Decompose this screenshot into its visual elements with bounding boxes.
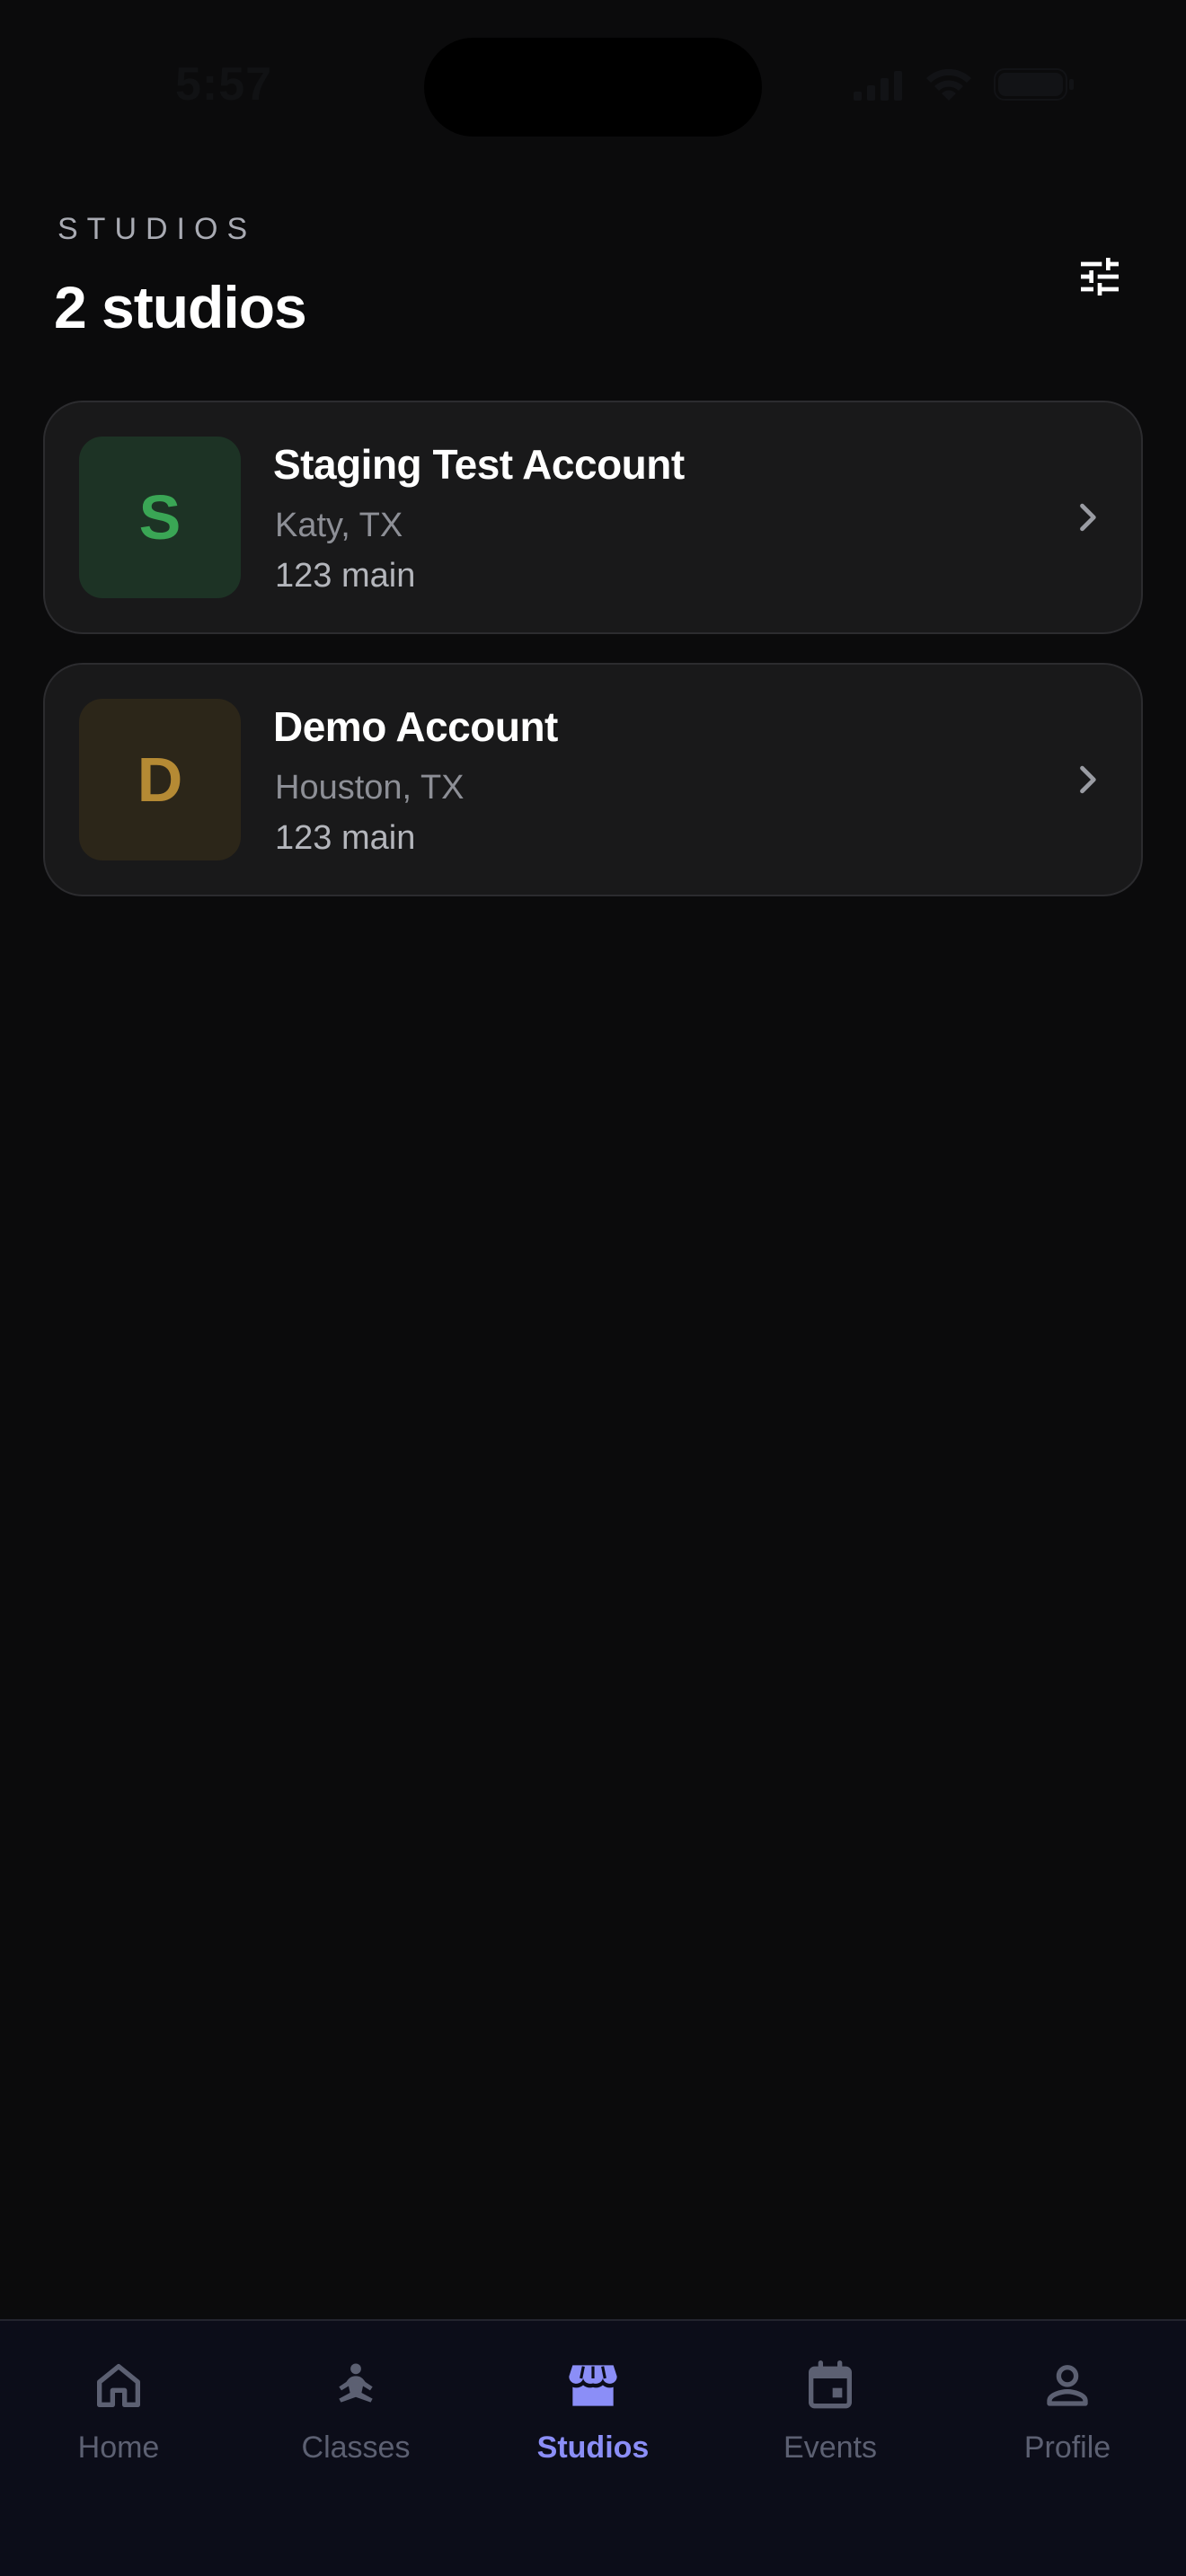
studio-location: Houston, TX bbox=[275, 769, 465, 807]
cellular-signal-icon bbox=[854, 71, 902, 101]
filter-button[interactable] bbox=[1067, 244, 1132, 309]
studio-name: Staging Test Account bbox=[273, 441, 685, 488]
tab-bar: Home Classes Studios Events Profile bbox=[0, 2319, 1186, 2576]
chevron-right-icon bbox=[1080, 765, 1096, 794]
tab-label: Events bbox=[783, 2430, 877, 2465]
studio-name: Demo Account bbox=[273, 703, 558, 750]
chevron-right-icon bbox=[1080, 503, 1096, 532]
calendar-icon bbox=[809, 2360, 852, 2409]
dynamic-island bbox=[424, 38, 762, 137]
meditation-icon bbox=[339, 2363, 373, 2403]
tab-label: Classes bbox=[301, 2430, 411, 2465]
tab-home[interactable]: Home bbox=[0, 2357, 237, 2483]
tab-events[interactable]: Events bbox=[712, 2357, 949, 2483]
status-time: 5:57 bbox=[175, 58, 273, 110]
storefront-icon bbox=[569, 2365, 617, 2406]
studio-card[interactable]: D Demo Account Houston, TX 123 main bbox=[43, 663, 1143, 896]
section-eyebrow: STUDIOS bbox=[58, 212, 257, 246]
studio-address: 123 main bbox=[275, 557, 416, 595]
studio-card[interactable]: S Staging Test Account Katy, TX 123 main bbox=[43, 401, 1143, 634]
page-title: 2 studios bbox=[54, 274, 307, 340]
sliders-icon bbox=[1081, 258, 1119, 296]
studio-list: S Staging Test Account Katy, TX 123 main… bbox=[43, 401, 1143, 925]
status-icons bbox=[852, 66, 1075, 102]
tab-studios[interactable]: Studios bbox=[474, 2357, 712, 2483]
status-bar: 5:57 bbox=[0, 0, 1186, 171]
person-icon bbox=[1047, 2365, 1088, 2406]
wifi-icon bbox=[926, 68, 971, 101]
tab-label: Profile bbox=[1023, 2430, 1111, 2465]
tab-profile[interactable]: Profile bbox=[949, 2357, 1186, 2483]
tab-label: Studios bbox=[536, 2430, 650, 2465]
tab-classes[interactable]: Classes bbox=[237, 2357, 474, 2483]
home-icon bbox=[97, 2364, 140, 2407]
studio-address: 123 main bbox=[275, 819, 416, 857]
battery-icon bbox=[994, 68, 1074, 101]
tab-label: Home bbox=[77, 2430, 160, 2465]
studio-avatar: D bbox=[79, 699, 241, 860]
studio-location: Katy, TX bbox=[275, 507, 403, 544]
studio-avatar: S bbox=[79, 437, 241, 598]
